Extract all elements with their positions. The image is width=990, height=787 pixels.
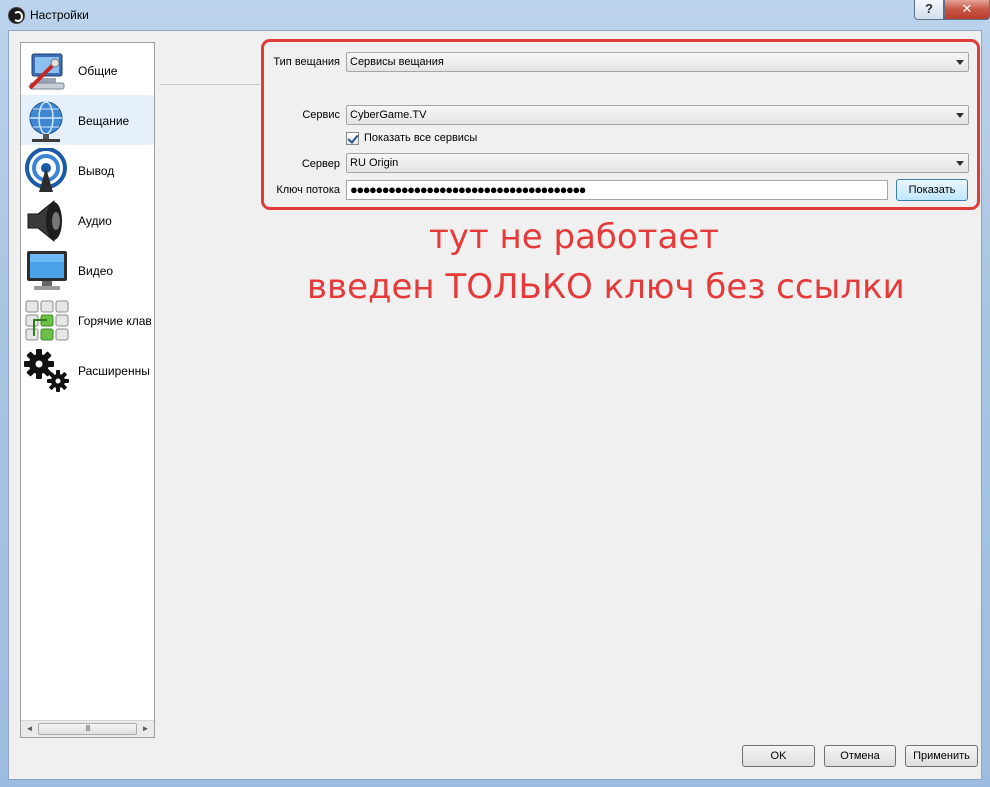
settings-window: Настройки ? ✕ Общие Вещание Вывод Аудио …	[0, 0, 990, 787]
sidebar-item-label: Аудио	[78, 214, 112, 228]
output-signal-icon	[25, 148, 67, 192]
speaker-icon	[27, 199, 62, 243]
title-bar: Настройки ? ✕	[0, 0, 990, 30]
sidebar-item-video[interactable]: Видео	[21, 245, 154, 295]
hotkeys-keyboard-icon	[25, 300, 69, 341]
annotation-line-1: тут не работает	[429, 217, 720, 257]
sidebar-item-audio[interactable]: Аудио	[21, 195, 154, 245]
settings-sidebar: Общие Вещание Вывод Аудио Видео Горячие …	[20, 42, 155, 738]
section-divider	[160, 84, 260, 85]
sidebar-item-output[interactable]: Вывод	[21, 145, 154, 195]
gears-icon	[24, 349, 69, 392]
scroll-thumb[interactable]: III	[38, 723, 137, 735]
sidebar-item-label: Вещание	[78, 114, 130, 128]
monitor-icon	[27, 251, 67, 290]
sidebar-item-general[interactable]: Общие	[21, 45, 154, 95]
scroll-left-arrow-icon[interactable]: ◄	[21, 721, 38, 737]
scroll-right-arrow-icon[interactable]: ►	[137, 721, 154, 737]
sidebar-item-label: Вывод	[78, 164, 115, 178]
ok-button[interactable]: OK	[742, 745, 815, 767]
sidebar-item-hotkeys[interactable]: Горячие клав	[21, 295, 154, 345]
sidebar-item-advanced[interactable]: Расширенны	[21, 345, 154, 395]
settings-client-area: Общие Вещание Вывод Аудио Видео Горячие …	[8, 30, 982, 780]
sidebar-item-broadcast[interactable]: Вещание	[21, 95, 154, 145]
broadcast-globe-icon	[29, 101, 63, 142]
help-button[interactable]: ?	[914, 0, 944, 20]
window-title: Настройки	[30, 8, 89, 22]
annotation-highlight-box	[261, 39, 980, 210]
annotation-line-2: введен ТОЛЬКО ключ без ссылки	[307, 267, 905, 307]
apply-button[interactable]: Применить	[905, 745, 978, 767]
sidebar-item-label: Расширенны	[78, 364, 150, 378]
sidebar-item-label: Общие	[78, 64, 118, 78]
sidebar-horizontal-scrollbar[interactable]: ◄ III ►	[21, 720, 154, 737]
sidebar-item-label: Видео	[78, 264, 114, 278]
cancel-button[interactable]: Отмена	[824, 745, 896, 767]
close-button[interactable]: ✕	[944, 0, 990, 20]
general-settings-icon	[28, 53, 65, 90]
obs-app-icon	[8, 7, 25, 24]
sidebar-item-label: Горячие клав	[78, 314, 152, 328]
